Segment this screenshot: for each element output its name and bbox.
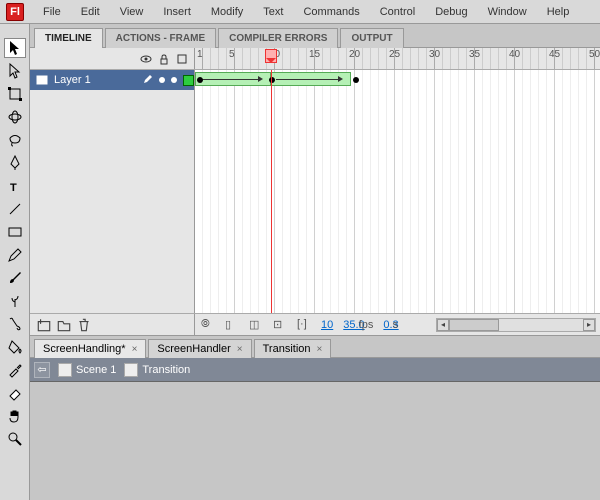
close-icon[interactable]: × [317,344,323,355]
new-layer-button[interactable] [36,317,52,333]
layer-row[interactable]: Layer 1 [30,70,194,90]
onion-skin-icon[interactable]: ⦾ [201,318,215,332]
frames-area[interactable] [195,70,600,313]
deco-tool[interactable] [4,291,26,311]
brush-tool[interactable] [4,268,26,288]
current-frame[interactable]: 10 [321,319,333,331]
close-icon[interactable]: × [132,344,138,355]
document-tabs: ScreenHandling* × ScreenHandler × Transi… [30,336,600,358]
outline-icon[interactable] [176,53,188,65]
app-icon: Fl [6,3,24,21]
layer-list: Layer 1 [30,70,195,313]
visibility-dot[interactable] [159,77,165,83]
doc-tab-label: Transition [263,343,311,355]
lock-dot[interactable] [171,77,177,83]
menu-commands[interactable]: Commands [294,3,368,21]
layer-name: Layer 1 [54,74,137,86]
menu-control[interactable]: Control [371,3,424,21]
3d-rotation-tool[interactable] [4,107,26,127]
pencil-tool[interactable] [4,245,26,265]
scroll-left-button[interactable]: ◂ [437,319,449,331]
doc-tab-label: ScreenHandling* [43,343,126,355]
keyframe[interactable] [353,77,359,83]
outline-color-swatch[interactable] [183,75,194,86]
center-frame-icon[interactable]: ▯ [225,318,239,332]
line-tool[interactable] [4,199,26,219]
lock-icon[interactable] [158,53,170,65]
symbol-icon [124,363,138,377]
eye-icon[interactable] [140,53,152,65]
panel-tabs: TIMELINE ACTIONS - FRAME COMPILER ERRORS… [30,24,600,48]
scene-icon [58,363,72,377]
pen-tool[interactable] [4,153,26,173]
fps-label: fps [359,319,374,331]
stage-area[interactable] [30,382,600,500]
bone-tool[interactable] [4,314,26,334]
menu-debug[interactable]: Debug [426,3,476,21]
rectangle-tool[interactable] [4,222,26,242]
doc-tab-label: ScreenHandler [157,343,230,355]
zoom-tool[interactable] [4,429,26,449]
layer-icon [36,74,48,86]
menu-window[interactable]: Window [479,3,536,21]
tab-actions[interactable]: ACTIONS - FRAME [105,28,216,48]
scene-label: Scene 1 [76,364,116,376]
close-icon[interactable]: × [237,344,243,355]
menu-view[interactable]: View [111,3,153,21]
menu-insert[interactable]: Insert [154,3,200,21]
playhead[interactable] [265,49,277,63]
tab-output[interactable]: OUTPUT [340,28,403,48]
paint-bucket-tool[interactable] [4,337,26,357]
edit-bar: ⇦ Scene 1 Transition [30,358,600,382]
pencil-icon [143,74,153,87]
doc-tab[interactable]: Transition × [254,339,332,358]
menu-modify[interactable]: Modify [202,3,252,21]
menu-file[interactable]: File [34,3,70,21]
timeline-ruler[interactable]: 15101520253035404550 [195,48,600,69]
breadcrumb-symbol[interactable]: Transition [124,363,190,377]
doc-tab[interactable]: ScreenHandler × [148,339,251,358]
doc-tab[interactable]: ScreenHandling* × [34,339,146,358]
timeline-panel: 15101520253035404550 Layer 1 [30,48,600,336]
delete-layer-button[interactable] [76,317,92,333]
breadcrumb-scene[interactable]: Scene 1 [58,363,116,377]
text-tool[interactable]: T [4,176,26,196]
svg-text:T: T [10,182,17,194]
keyframe[interactable] [269,77,275,83]
symbol-label: Transition [142,364,190,376]
tween-span[interactable] [195,72,271,86]
subselection-tool[interactable] [4,61,26,81]
hand-tool[interactable] [4,406,26,426]
tab-timeline[interactable]: TIMELINE [34,28,103,48]
edit-multiple-icon[interactable]: ⊡ [273,318,287,332]
free-transform-tool[interactable] [4,84,26,104]
loop-icon[interactable]: [·] [297,318,311,332]
new-folder-button[interactable] [56,317,72,333]
menu-text[interactable]: Text [254,3,292,21]
keyframe[interactable] [197,77,203,83]
timeline-scrollbar[interactable]: ◂ ▸ [436,318,596,332]
back-button[interactable]: ⇦ [34,362,50,378]
seconds-label: s [393,319,399,331]
menu-edit[interactable]: Edit [72,3,109,21]
menu-help[interactable]: Help [538,3,579,21]
scroll-thumb[interactable] [449,319,499,331]
eraser-tool[interactable] [4,383,26,403]
scroll-right-button[interactable]: ▸ [583,319,595,331]
tab-compiler-errors[interactable]: COMPILER ERRORS [218,28,338,48]
tween-span[interactable] [271,72,351,86]
playhead-line [271,70,272,313]
tools-panel: T [0,24,30,500]
eyedropper-tool[interactable] [4,360,26,380]
menu-bar: Fl File Edit View Insert Modify Text Com… [0,0,600,24]
selection-tool[interactable] [4,38,26,58]
lasso-tool[interactable] [4,130,26,150]
onion-outlines-icon[interactable]: ◫ [249,318,263,332]
